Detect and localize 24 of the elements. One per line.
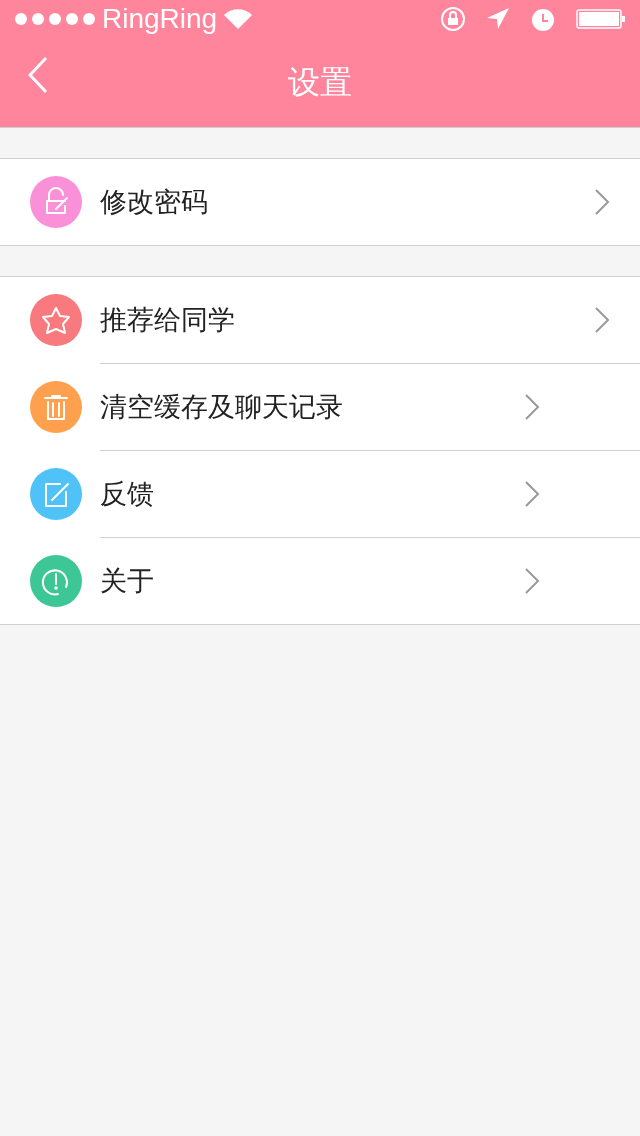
- chevron-icon: [524, 393, 540, 421]
- settings-row[interactable]: 清空缓存及聊天记录: [100, 363, 640, 450]
- page-title: 设置: [288, 61, 352, 103]
- row-label: 推荐给同学: [100, 303, 236, 337]
- row-label: 关于: [100, 564, 155, 598]
- location-icon: [486, 7, 510, 31]
- chevron-icon: [594, 188, 610, 216]
- signal-icon: [14, 12, 96, 26]
- row-label: 清空缓存及聊天记录: [100, 390, 344, 424]
- back-icon: [28, 56, 48, 94]
- row-label: 反馈: [100, 477, 155, 511]
- settings-row[interactable]: 反馈: [100, 450, 640, 537]
- settings-row[interactable]: 推荐给同学: [0, 277, 640, 363]
- carrier-name: RingRing: [102, 3, 218, 35]
- settings-row[interactable]: 修改密码: [0, 159, 640, 245]
- chevron-icon: [524, 480, 540, 508]
- chevron-icon: [524, 567, 540, 595]
- settings-row[interactable]: 关于: [100, 537, 640, 624]
- chevron-icon: [594, 306, 610, 334]
- alarm-icon: [530, 6, 556, 32]
- row-label: 修改密码: [100, 185, 209, 219]
- rotation-lock-icon: [440, 6, 466, 32]
- battery-icon: [576, 8, 626, 30]
- wifi-icon: [223, 8, 254, 30]
